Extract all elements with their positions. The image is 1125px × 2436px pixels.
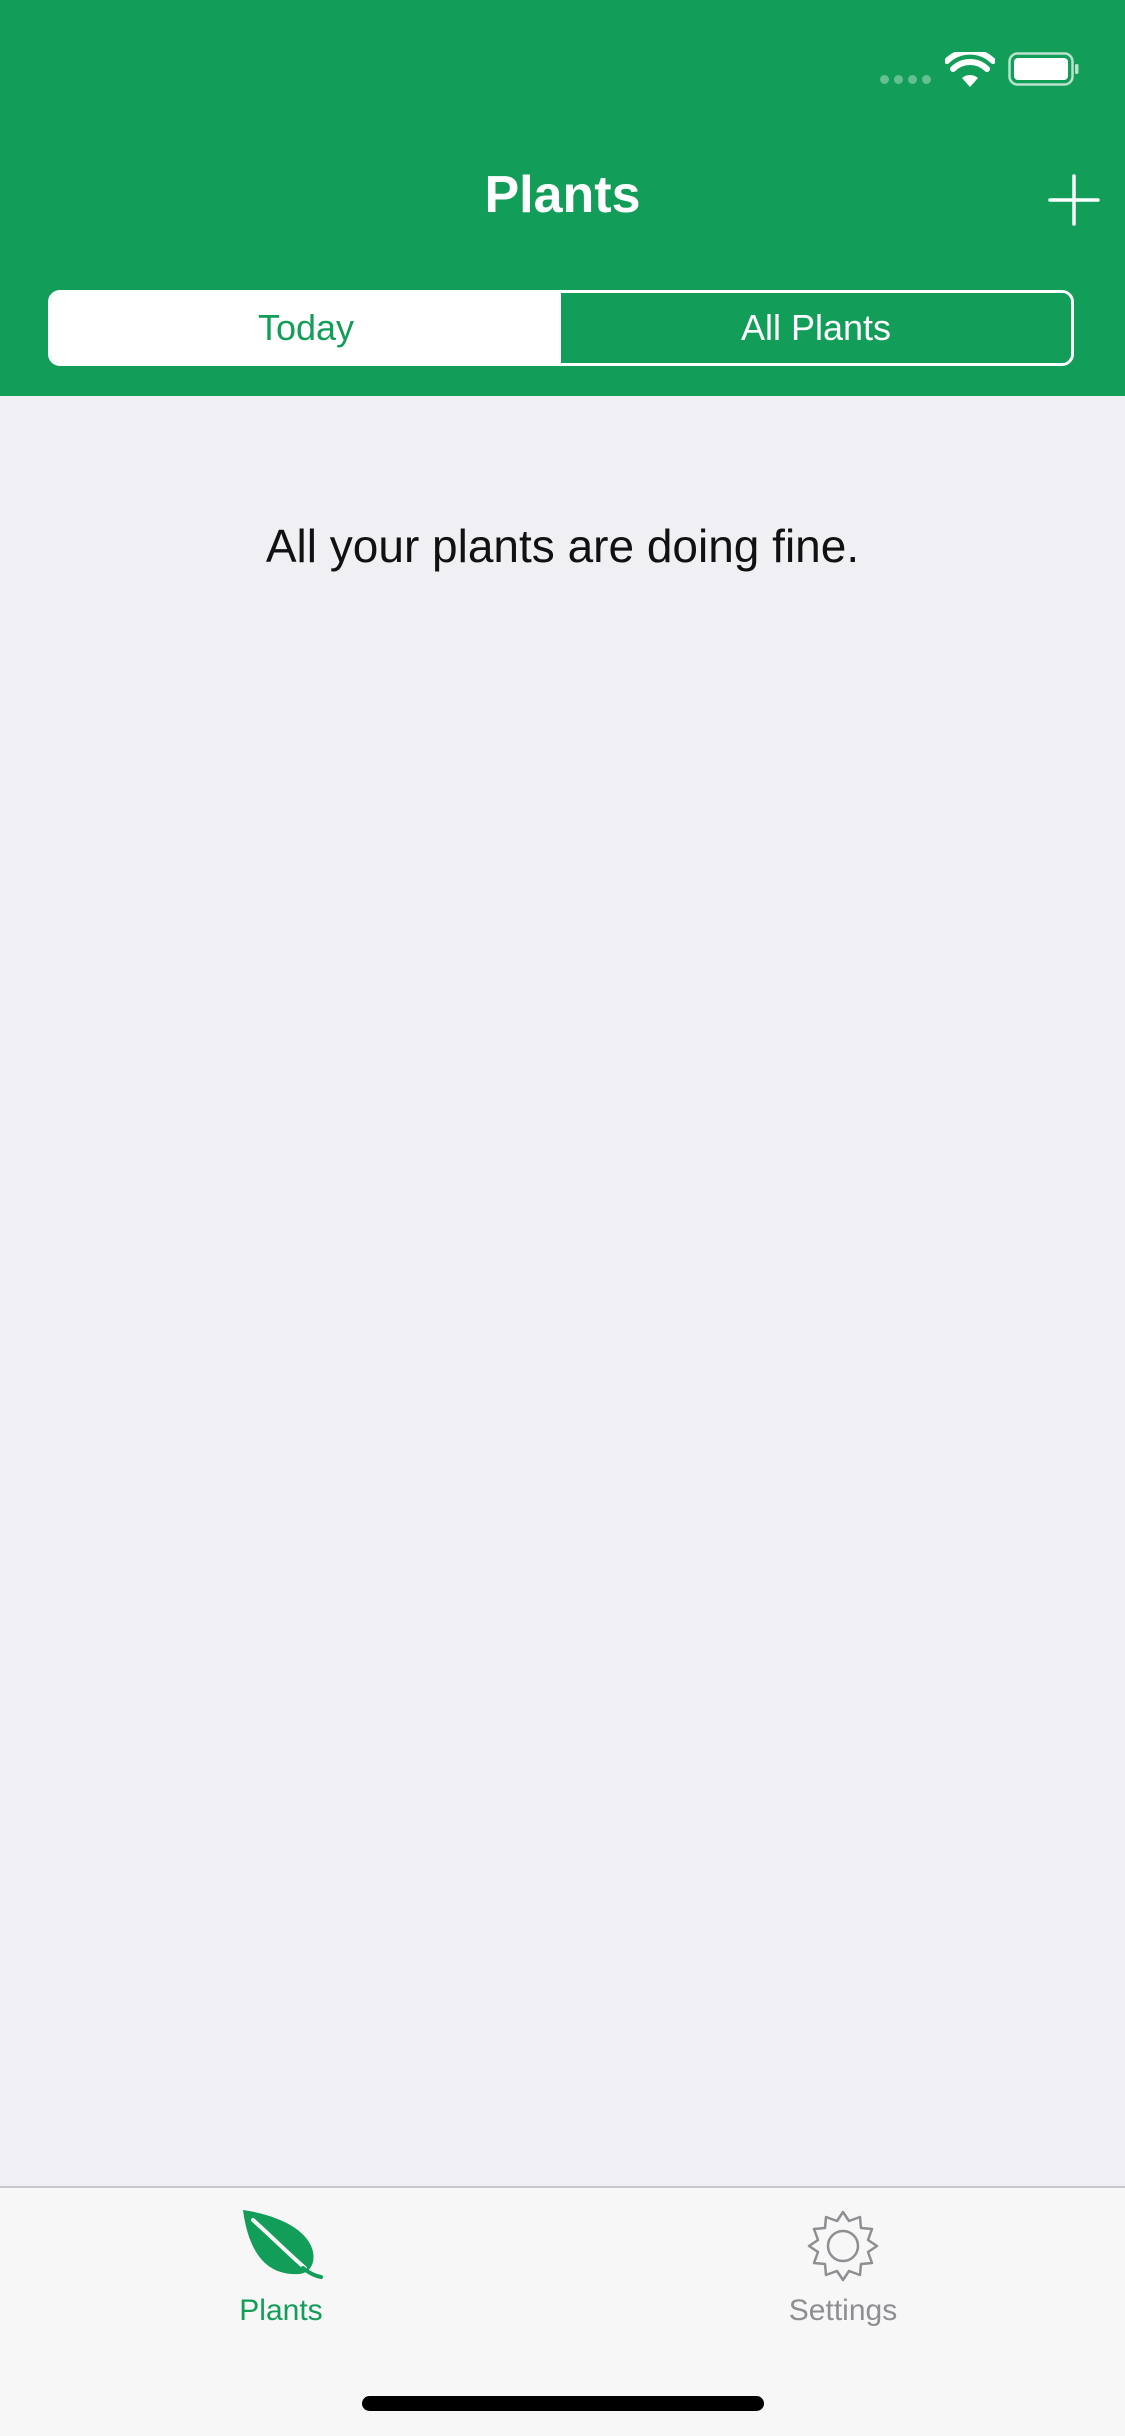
wifi-icon xyxy=(945,52,995,87)
status-bar xyxy=(0,0,1125,132)
navigation-header: Plants Today All Plants xyxy=(0,0,1125,396)
page-title: Plants xyxy=(484,166,641,224)
tab-label: Plants xyxy=(239,2294,323,2327)
tab-settings[interactable]: Settings xyxy=(693,2206,993,2346)
tab-plants[interactable]: Plants xyxy=(131,2206,431,2346)
segmented-control: Today All Plants xyxy=(48,290,1074,366)
segment-all-plants[interactable]: All Plants xyxy=(561,293,1071,363)
leaf-icon xyxy=(243,2210,323,2279)
battery-icon xyxy=(1008,52,1079,86)
empty-state-message: All your plants are doing fine. xyxy=(265,520,860,572)
segment-today[interactable]: Today xyxy=(51,293,561,363)
gear-icon xyxy=(807,2210,879,2282)
main-content: All your plants are doing fine. xyxy=(0,396,1125,2186)
home-indicator xyxy=(362,2396,764,2411)
cellular-signal-icon xyxy=(880,75,934,85)
plus-icon[interactable] xyxy=(1046,172,1102,228)
tab-label: Settings xyxy=(788,2294,898,2327)
